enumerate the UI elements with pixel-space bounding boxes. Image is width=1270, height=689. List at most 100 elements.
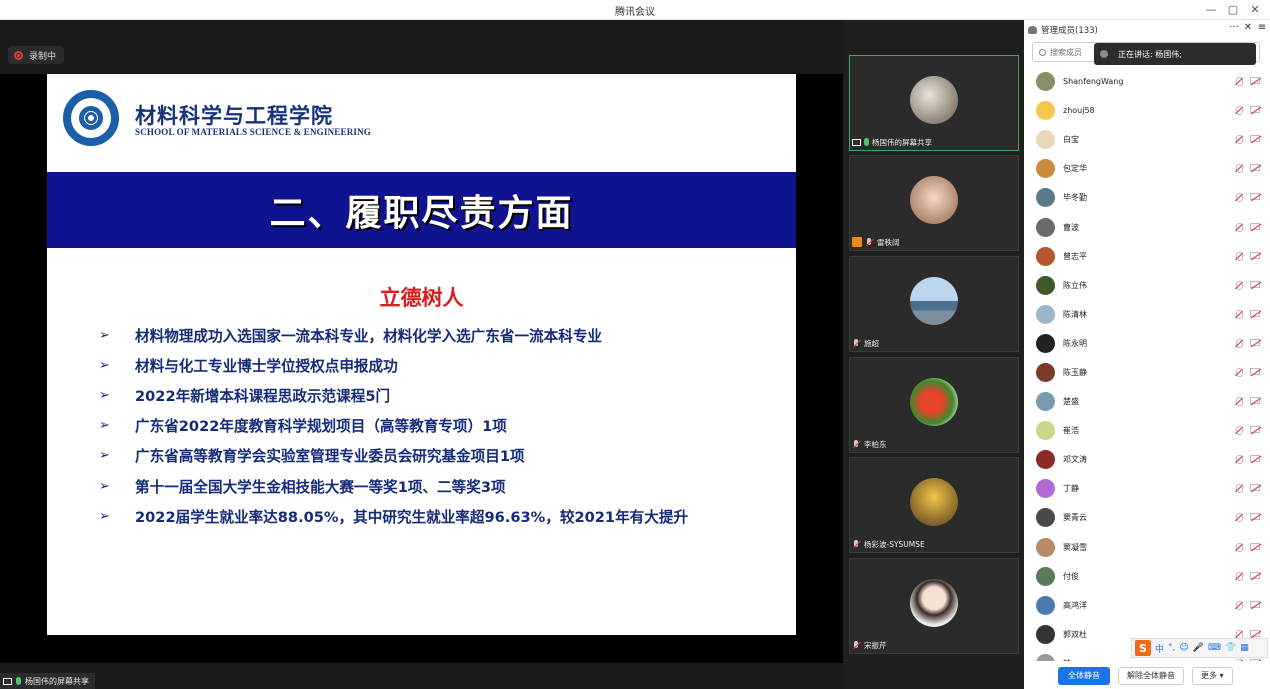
member-row[interactable]: 崔浩 [1024, 416, 1270, 445]
member-row[interactable]: 曹波 [1024, 212, 1270, 241]
bullet-item: ➢ 广东省高等教育学会实验室管理专业委员会研究基金项目1项 [99, 448, 525, 466]
emoji-icon[interactable]: ☺ [1179, 643, 1188, 653]
mic-off-icon[interactable] [1235, 426, 1243, 436]
keyboard-icon[interactable]: ⌨ [1208, 643, 1221, 653]
camera-off-icon[interactable] [1250, 484, 1260, 492]
more-options-icon[interactable]: ··· [1228, 22, 1240, 33]
unmute-all-button[interactable]: 解除全体静音 [1118, 666, 1184, 685]
more-button[interactable]: 更多 ▾ [1192, 666, 1233, 685]
bullet-item: ➢ 材料与化工专业博士学位授权点申报成功 [99, 357, 398, 375]
mute-all-button[interactable]: 全体静音 [1058, 666, 1110, 685]
mic-off-icon[interactable] [1235, 455, 1243, 465]
member-row[interactable]: 陈清林 [1024, 300, 1270, 329]
camera-off-icon[interactable] [1250, 426, 1260, 434]
mic-off-icon[interactable] [1235, 309, 1243, 319]
member-row[interactable]: 包定华 [1024, 154, 1270, 183]
camera-off-icon[interactable] [1250, 367, 1260, 375]
participant-avatar [910, 378, 958, 426]
mic-off-icon[interactable] [1235, 367, 1243, 377]
member-row[interactable]: 付俊 [1024, 562, 1270, 591]
member-row[interactable]: 窦青云 [1024, 503, 1270, 532]
camera-off-icon[interactable] [1250, 193, 1260, 201]
camera-off-icon[interactable] [1250, 280, 1260, 288]
ime-punct[interactable]: °, [1168, 643, 1175, 653]
camera-off-icon[interactable] [1250, 338, 1260, 346]
mic-off-icon[interactable] [1235, 658, 1243, 661]
member-row[interactable]: 楚盛 [1024, 387, 1270, 416]
member-name: 韩 [1063, 658, 1071, 661]
member-row[interactable]: 毕冬勤 [1024, 183, 1270, 212]
toolbox-icon[interactable]: ▦ [1240, 643, 1249, 653]
member-row[interactable]: 陈立伟 [1024, 271, 1270, 300]
member-row[interactable]: zhouj58 [1024, 96, 1270, 125]
camera-off-icon[interactable] [1250, 513, 1260, 521]
camera-off-icon[interactable] [1250, 251, 1260, 259]
mic-off-icon[interactable] [1235, 600, 1243, 610]
ime-toolbar[interactable]: S 中 °, ☺ 🎤 ⌨ 👕 ▦ [1131, 638, 1268, 658]
camera-off-icon[interactable] [1250, 397, 1260, 405]
member-row[interactable]: 陈玉静 [1024, 358, 1270, 387]
mic-off-icon[interactable] [1235, 135, 1243, 145]
skin-icon[interactable]: 👕 [1225, 643, 1236, 653]
video-tile[interactable]: 李柏东 [849, 357, 1019, 453]
member-row[interactable]: 邓文涛 [1024, 445, 1270, 474]
member-name: 邓文涛 [1063, 455, 1087, 465]
ime-mode[interactable]: 中 [1155, 642, 1164, 655]
member-row[interactable]: ShanfengWang [1024, 67, 1270, 96]
speaking-text: 正在讲话: 杨国伟; [1118, 49, 1182, 59]
mic-off-icon[interactable] [1235, 513, 1243, 523]
video-tile[interactable]: 施超 [849, 256, 1019, 352]
maximize-button[interactable]: ▢ [1222, 2, 1244, 18]
video-tile[interactable]: 杨彩波-SYSUMSE [849, 457, 1019, 553]
close-panel-icon[interactable]: ✕ [1242, 22, 1254, 33]
video-tile[interactable]: 雷秩阔 [849, 155, 1019, 251]
camera-off-icon[interactable] [1250, 542, 1260, 550]
voice-icon[interactable]: 🎤 [1193, 643, 1204, 653]
mic-off-icon[interactable] [1235, 251, 1243, 261]
mic-off-icon [852, 439, 861, 449]
camera-off-icon[interactable] [1250, 222, 1260, 230]
member-row[interactable]: 白宝 [1024, 125, 1270, 154]
camera-off-icon[interactable] [1250, 455, 1260, 463]
member-row[interactable]: 陈永明 [1024, 329, 1270, 358]
menu-icon[interactable]: ≡ [1256, 22, 1268, 33]
video-tile[interactable]: 宋振芹 [849, 558, 1019, 654]
member-avatar [1036, 101, 1055, 121]
member-row[interactable]: 窦凝雪 [1024, 533, 1270, 562]
camera-off-icon[interactable] [1250, 164, 1260, 172]
member-name: zhouj58 [1063, 106, 1095, 116]
camera-off-icon[interactable] [1250, 629, 1260, 637]
camera-off-icon[interactable] [1250, 600, 1260, 608]
mic-off-icon[interactable] [1235, 164, 1243, 174]
recording-indicator[interactable]: 录制中 [8, 46, 65, 64]
member-name: 崔浩 [1063, 426, 1079, 436]
mic-off-icon[interactable] [1235, 542, 1243, 552]
mic-off-icon[interactable] [1235, 193, 1243, 203]
member-avatar [1036, 392, 1055, 412]
mic-off-icon[interactable] [1235, 571, 1243, 581]
camera-off-icon[interactable] [1250, 309, 1260, 317]
camera-off-icon[interactable] [1250, 135, 1260, 143]
camera-off-icon[interactable] [1250, 571, 1260, 579]
member-row[interactable]: 曾志平 [1024, 242, 1270, 271]
mic-off-icon[interactable] [1235, 280, 1243, 290]
camera-off-icon[interactable] [1250, 658, 1260, 661]
member-row[interactable]: 高鸿洋 [1024, 591, 1270, 620]
mic-off-icon[interactable] [1235, 338, 1243, 348]
mic-off-icon[interactable] [1235, 77, 1243, 87]
mic-off-icon[interactable] [1235, 397, 1243, 407]
mic-off-icon[interactable] [1235, 106, 1243, 116]
mic-off-icon[interactable] [1235, 484, 1243, 494]
member-avatar [1036, 333, 1055, 353]
member-row[interactable]: 丁静 [1024, 474, 1270, 503]
member-name: 陈立伟 [1063, 280, 1087, 290]
close-button[interactable]: ✕ [1244, 2, 1266, 18]
camera-off-icon[interactable] [1250, 106, 1260, 114]
slide-banner: 二、履职尽责方面 [47, 172, 796, 248]
mic-off-icon[interactable] [1235, 222, 1243, 232]
member-avatar [1036, 130, 1055, 150]
camera-off-icon[interactable] [1250, 77, 1260, 85]
tile-name: 宋振芹 [864, 640, 887, 650]
video-tile[interactable]: 杨国伟的屏幕共享 [849, 55, 1019, 151]
minimize-button[interactable]: — [1200, 2, 1222, 18]
